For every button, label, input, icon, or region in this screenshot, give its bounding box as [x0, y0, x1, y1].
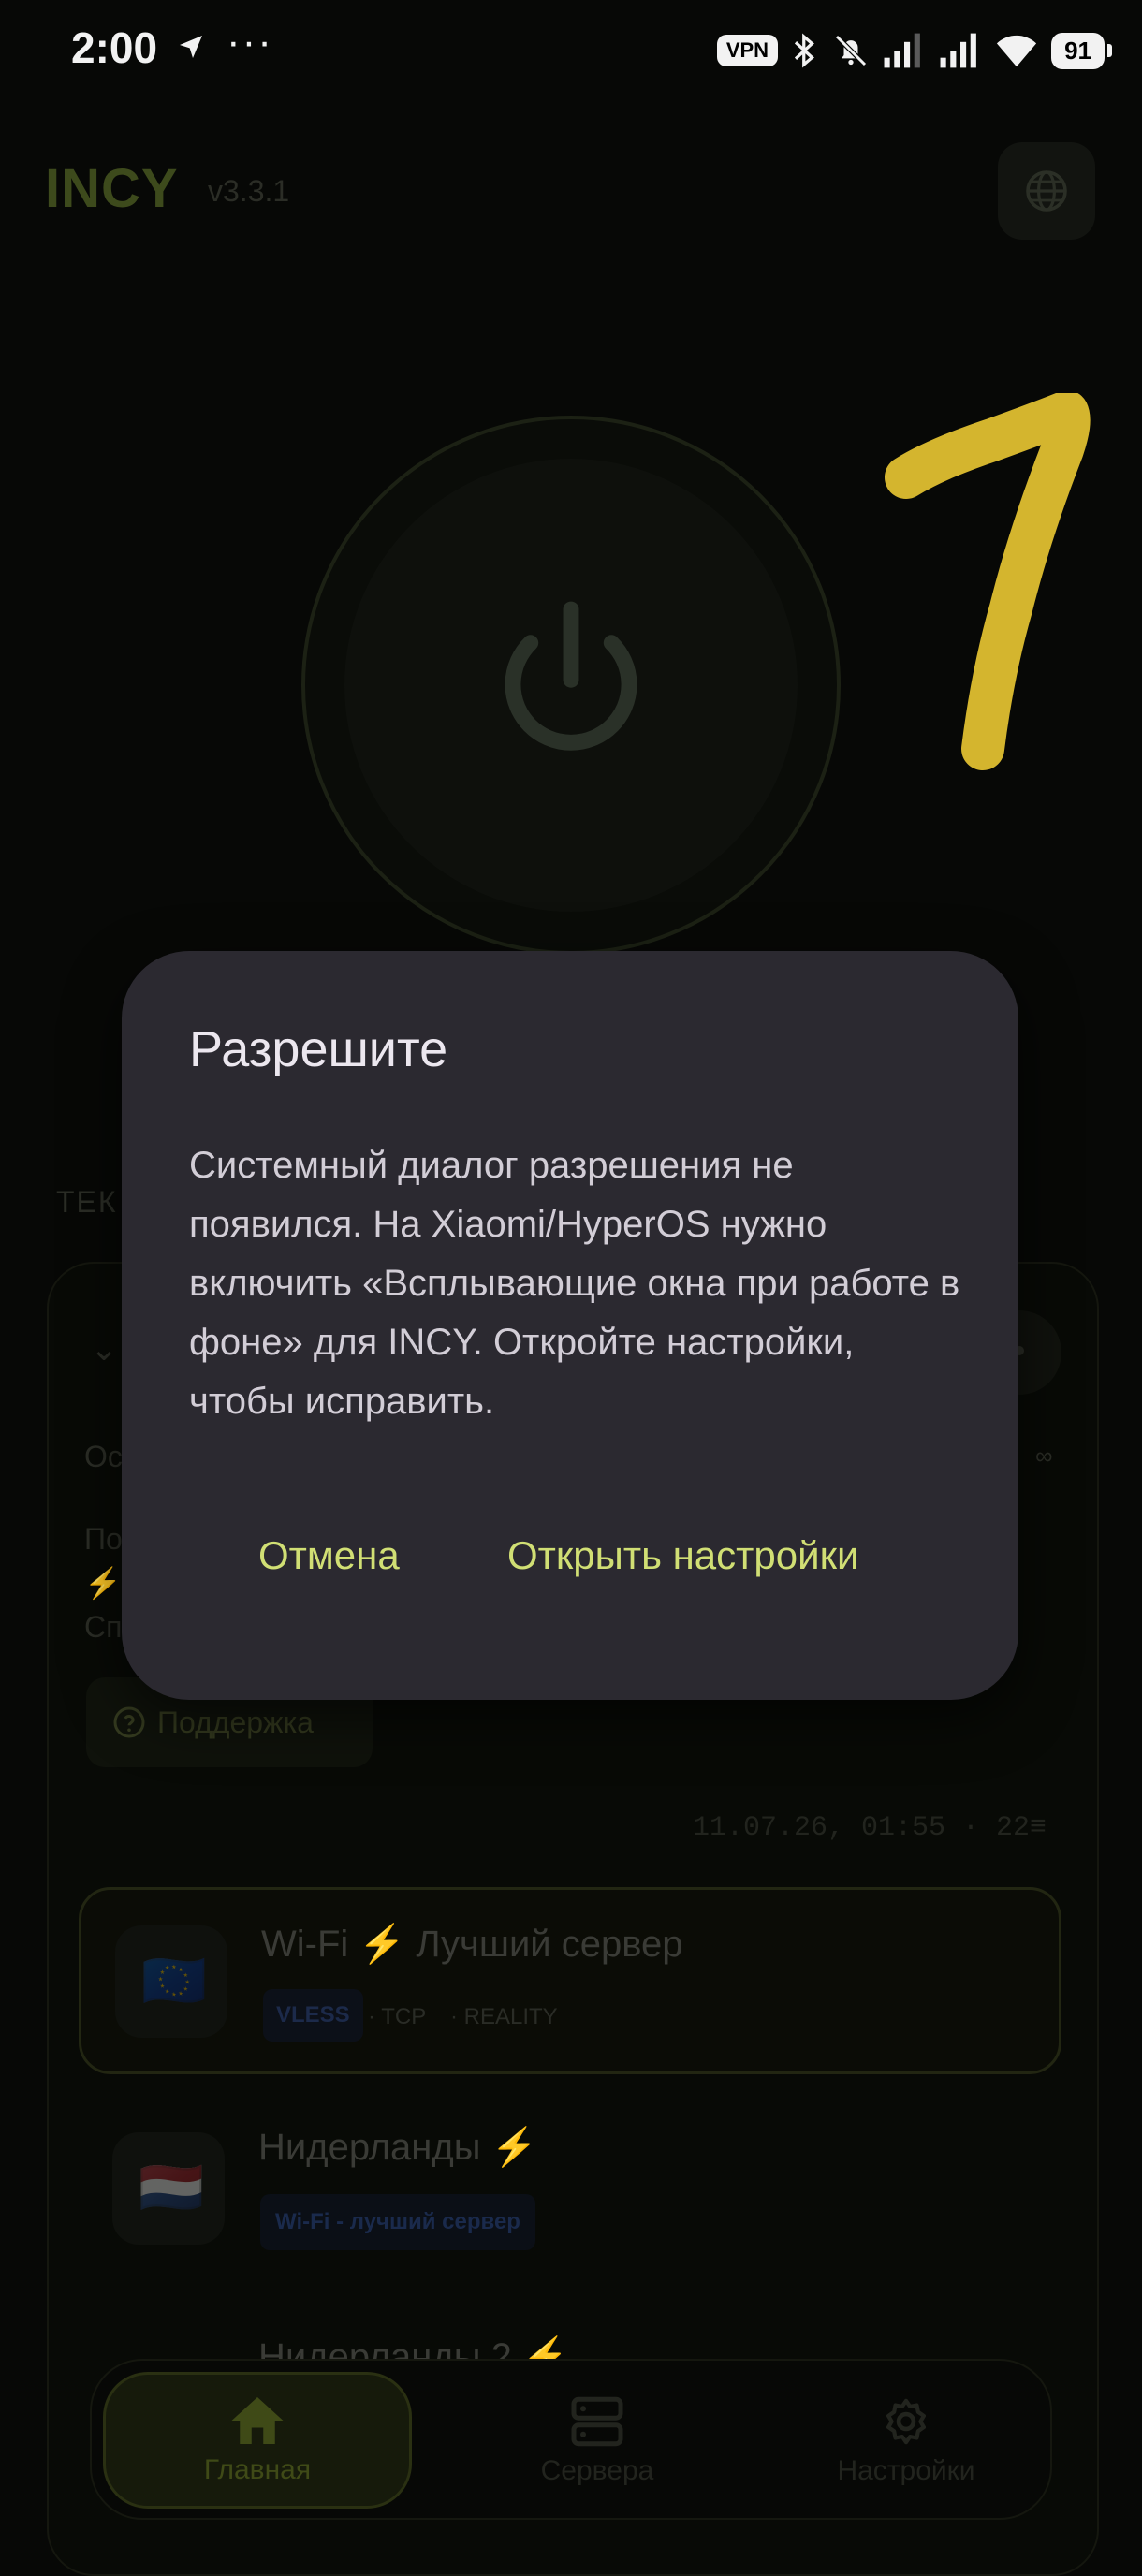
- vpn-badge: VPN: [716, 35, 779, 66]
- globe-icon: [1026, 170, 1067, 212]
- info-line-4: Сп: [84, 1610, 123, 1644]
- status-icons: VPN 91: [716, 28, 1112, 73]
- info-line-2: По: [84, 1522, 123, 1556]
- gear-icon: [886, 2398, 926, 2445]
- app-version: v3.3.1: [208, 174, 290, 208]
- info-line-1: Ос: [84, 1440, 123, 1473]
- dialog-message: Системный диалог разрешения не появился.…: [189, 1145, 960, 1422]
- servers-icon: [571, 2396, 623, 2447]
- flag-nl-icon: 🇳🇱: [112, 2132, 225, 2245]
- nav-settings-label: Настройки: [837, 2455, 975, 2486]
- wifi-icon: [996, 35, 1037, 67]
- protocol-badge: VLESS: [263, 1989, 363, 2042]
- help-circle-icon: [113, 1706, 145, 1738]
- bluetooth-icon: [794, 33, 815, 68]
- transport-label: · TCP: [368, 2004, 427, 2029]
- permission-dialog: Разрешите Системный диалог разрешения не…: [122, 951, 1018, 1700]
- bottom-navigation: Главная Сервера Настройки: [90, 2359, 1052, 2520]
- server-item-netherlands[interactable]: 🇳🇱 Нидерланды ⚡ Wi-Fi - лучший сервер: [79, 2093, 1061, 2280]
- battery-indicator: 91: [1051, 32, 1112, 69]
- open-settings-button[interactable]: Открыть настройки: [507, 1533, 858, 1578]
- security-label: · REALITY: [450, 2004, 558, 2029]
- nav-settings[interactable]: Настройки: [784, 2361, 1028, 2522]
- signal-icon-2: [940, 33, 976, 68]
- section-label: ТЕК: [56, 1185, 118, 1219]
- server-tag: Wi-Fi - лучший сервер: [260, 2194, 535, 2250]
- power-icon: [505, 601, 637, 751]
- server-item-best[interactable]: 🇪🇺 Wi-Fi ⚡ Лучший сервер VLESS · TCP · R…: [79, 1887, 1061, 2074]
- signal-icon-1: [884, 33, 920, 68]
- navigation-arrow-icon: [180, 36, 202, 58]
- bell-muted-icon: [835, 35, 867, 66]
- nav-servers[interactable]: Сервера: [504, 2361, 691, 2522]
- dialog-title: Разрешите: [189, 1021, 448, 1077]
- nav-servers-label: Сервера: [540, 2455, 654, 2486]
- server-name: Нидерланды ⚡: [258, 2127, 538, 2168]
- home-icon: [231, 2397, 284, 2444]
- language-button[interactable]: [998, 142, 1095, 240]
- flag-eu-icon: 🇪🇺: [115, 1925, 227, 2038]
- more-notifications-icon: ···: [227, 19, 273, 65]
- cancel-button[interactable]: Отмена: [258, 1533, 400, 1578]
- chevron-down-icon[interactable]: ⌄: [90, 1329, 118, 1368]
- support-label: Поддержка: [157, 1705, 314, 1739]
- app-title: INCY: [45, 158, 179, 219]
- infinity-value: ∞: [1035, 1442, 1053, 1470]
- status-time: 2:00: [71, 23, 158, 72]
- status-bar: 2:00 ··· VPN 91: [0, 0, 1142, 103]
- info-line-3: ⚡: [84, 1566, 122, 1600]
- server-name: Wi-Fi ⚡ Лучший сервер: [261, 1924, 683, 1965]
- annotation-mark: [885, 393, 1091, 770]
- nav-home-label: Главная: [203, 2454, 312, 2485]
- last-update-timestamp: 11.07.26, 01:55 · 22≡: [693, 1812, 1047, 1844]
- nav-home[interactable]: Главная: [103, 2372, 412, 2509]
